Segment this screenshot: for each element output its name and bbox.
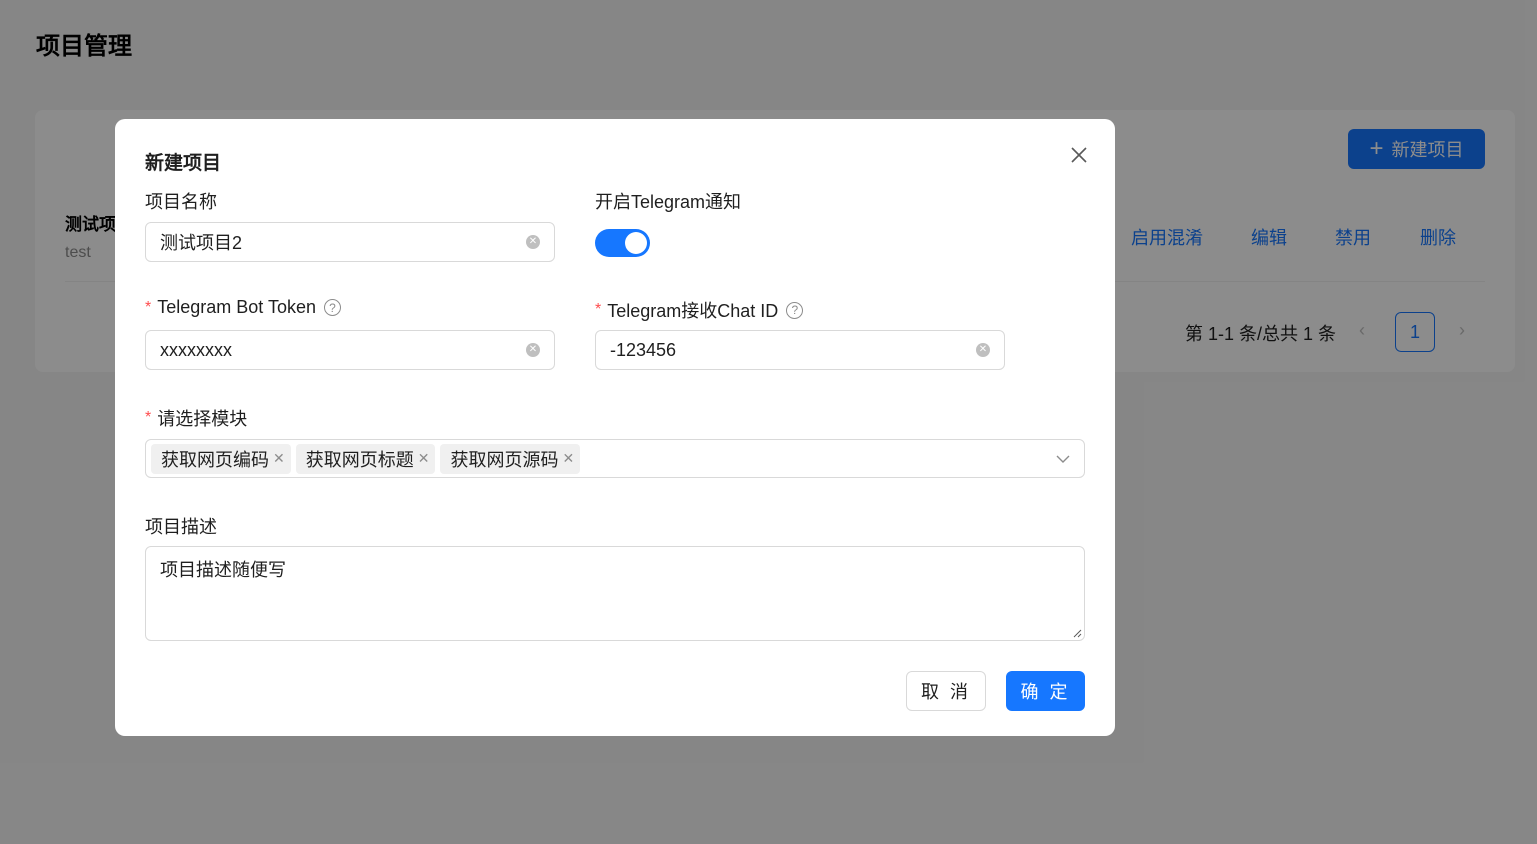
tag-close-icon[interactable]: ✕ bbox=[562, 450, 574, 467]
module-tag-label: 获取网页标题 bbox=[305, 449, 414, 470]
tag-close-icon[interactable]: ✕ bbox=[273, 450, 285, 467]
description-label-text: 项目描述 bbox=[145, 517, 217, 537]
module-tag-label: 获取网页源码 bbox=[450, 449, 559, 470]
tag-close-icon[interactable]: ✕ bbox=[418, 450, 430, 467]
toggle-knob bbox=[625, 232, 647, 254]
project-name-field[interactable]: 测试项目2 ✕ bbox=[145, 222, 555, 262]
description-value: 项目描述随便写 bbox=[160, 560, 286, 580]
project-name-value: 测试项目2 bbox=[160, 233, 243, 253]
description-textarea[interactable]: 项目描述随便写 bbox=[145, 546, 1085, 641]
modules-label-text: 请选择模块 bbox=[157, 409, 248, 429]
bot-token-field[interactable]: xxxxxxxx ✕ bbox=[145, 330, 555, 370]
resize-grip-icon[interactable] bbox=[1072, 628, 1082, 638]
new-project-modal: 新建项目 项目名称 测试项目2 ✕ 开启Telegram通知 * Telegra… bbox=[115, 119, 1115, 736]
chevron-down-icon[interactable] bbox=[1056, 452, 1070, 466]
telegram-notify-label: 开启Telegram通知 bbox=[595, 188, 741, 214]
required-mark: * bbox=[145, 409, 152, 426]
bot-token-label: * Telegram Bot Token ? bbox=[145, 297, 341, 318]
telegram-notify-label-text: 开启Telegram通知 bbox=[595, 192, 742, 212]
modules-label: * 请选择模块 bbox=[145, 405, 247, 431]
description-label: 项目描述 bbox=[145, 513, 217, 539]
required-mark: * bbox=[145, 298, 152, 316]
module-tag: 获取网页标题 ✕ bbox=[295, 443, 436, 474]
cancel-button[interactable]: 取 消 bbox=[906, 671, 986, 711]
help-icon[interactable]: ? bbox=[324, 299, 341, 316]
modules-select[interactable]: 获取网页编码 ✕ 获取网页标题 ✕ 获取网页源码 ✕ bbox=[145, 439, 1085, 478]
confirm-button[interactable]: 确 定 bbox=[1006, 671, 1085, 711]
module-tag: 获取网页编码 ✕ bbox=[151, 443, 291, 474]
bot-token-value: xxxxxxxx bbox=[160, 339, 232, 360]
clear-icon[interactable]: ✕ bbox=[526, 343, 540, 357]
close-icon[interactable] bbox=[1067, 143, 1091, 167]
required-mark: * bbox=[595, 301, 602, 318]
module-tag-label: 获取网页编码 bbox=[161, 449, 269, 470]
chat-id-label-text: Telegram接收Chat ID bbox=[607, 301, 779, 321]
project-name-label: 项目名称 bbox=[145, 188, 217, 214]
chat-id-value: -123456 bbox=[610, 339, 677, 360]
clear-icon[interactable]: ✕ bbox=[526, 235, 540, 249]
help-icon[interactable]: ? bbox=[786, 301, 804, 319]
telegram-notify-toggle[interactable] bbox=[595, 229, 650, 257]
clear-icon[interactable]: ✕ bbox=[976, 343, 990, 357]
project-name-label-text: 项目名称 bbox=[145, 192, 217, 212]
module-tag: 获取网页源码 ✕ bbox=[440, 443, 581, 474]
chat-id-label: * Telegram接收Chat ID ? bbox=[595, 297, 804, 323]
bot-token-label-text: Telegram Bot Token bbox=[157, 297, 316, 317]
chat-id-field[interactable]: -123456 ✕ bbox=[595, 330, 1005, 370]
modal-title: 新建项目 bbox=[145, 153, 222, 174]
